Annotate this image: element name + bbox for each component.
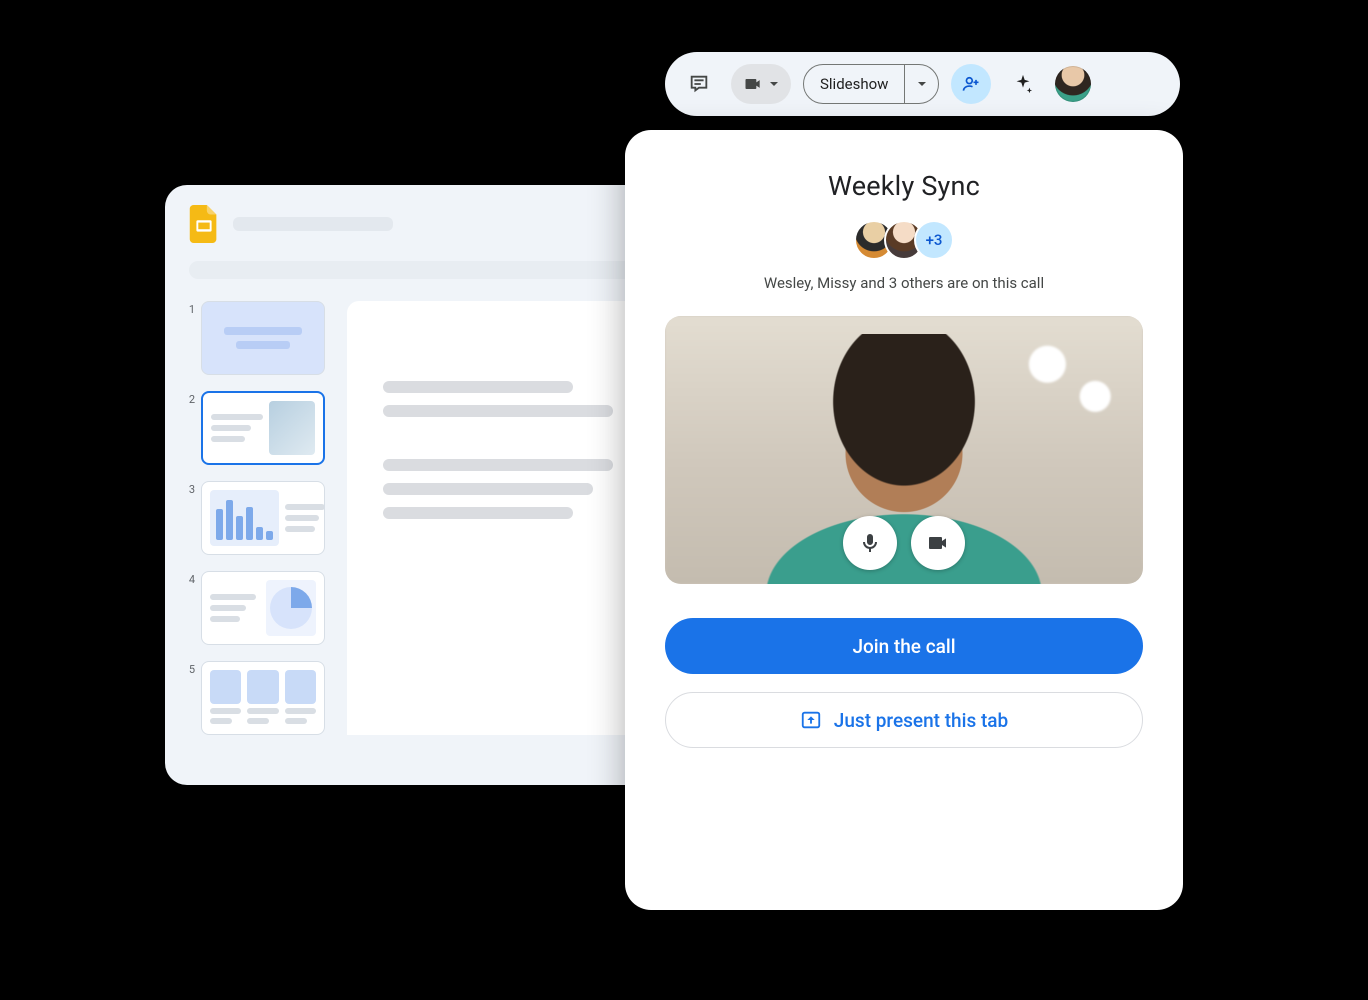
chevron-down-icon bbox=[769, 79, 779, 89]
slide-thumb-2-selected[interactable] bbox=[201, 391, 325, 465]
more-participants-badge[interactable]: +3 bbox=[914, 220, 954, 260]
slide-thumb-row: 2 bbox=[183, 391, 325, 465]
slideshow-split-button[interactable]: Slideshow bbox=[803, 64, 939, 104]
present-tab-button[interactable]: Just present this tab bbox=[665, 692, 1143, 748]
mic-toggle-button[interactable] bbox=[843, 516, 897, 570]
slide-thumb-4[interactable] bbox=[201, 571, 325, 645]
slide-number: 1 bbox=[183, 301, 195, 316]
slides-logo-icon bbox=[189, 205, 219, 243]
slide-thumb-3[interactable] bbox=[201, 481, 325, 555]
camera-controls bbox=[843, 516, 965, 570]
top-toolbar: Slideshow bbox=[665, 52, 1180, 116]
meet-dropdown-button[interactable] bbox=[731, 64, 791, 104]
slide-number: 2 bbox=[183, 391, 195, 406]
video-camera-icon bbox=[926, 531, 950, 555]
video-camera-icon bbox=[743, 74, 763, 94]
slide-number: 5 bbox=[183, 661, 195, 676]
join-call-button[interactable]: Join the call bbox=[665, 618, 1143, 674]
slide-number: 4 bbox=[183, 571, 195, 586]
slideshow-label: Slideshow bbox=[804, 75, 904, 93]
meeting-title: Weekly Sync bbox=[828, 170, 980, 202]
microphone-icon bbox=[858, 531, 882, 555]
camera-preview bbox=[665, 316, 1143, 584]
slideshow-dropdown[interactable] bbox=[904, 65, 938, 103]
slide-thumb-5[interactable] bbox=[201, 661, 325, 735]
slide-thumb-row: 1 bbox=[183, 301, 325, 375]
participants-subtitle: Wesley, Missy and 3 others are on this c… bbox=[764, 274, 1044, 292]
sparkle-icon[interactable] bbox=[1003, 64, 1043, 104]
doc-title-placeholder bbox=[233, 217, 393, 231]
slide-thumb-row: 3 bbox=[183, 481, 325, 555]
slide-thumb-row: 4 bbox=[183, 571, 325, 645]
slide-thumbnails: 1 2 3 4 bbox=[183, 301, 325, 735]
present-tab-label: Just present this tab bbox=[834, 709, 1008, 732]
slide-number: 3 bbox=[183, 481, 195, 496]
account-avatar[interactable] bbox=[1055, 66, 1091, 102]
participant-avatars: +3 bbox=[854, 220, 954, 260]
comments-icon[interactable] bbox=[679, 64, 719, 104]
meet-popover: Weekly Sync +3 Wesley, Missy and 3 other… bbox=[625, 130, 1183, 910]
slide-thumb-1[interactable] bbox=[201, 301, 325, 375]
present-to-all-icon bbox=[800, 709, 822, 731]
person-add-icon bbox=[961, 74, 981, 94]
share-button[interactable] bbox=[951, 64, 991, 104]
camera-toggle-button[interactable] bbox=[911, 516, 965, 570]
slide-thumb-row: 5 bbox=[183, 661, 325, 735]
chevron-down-icon bbox=[917, 79, 927, 89]
